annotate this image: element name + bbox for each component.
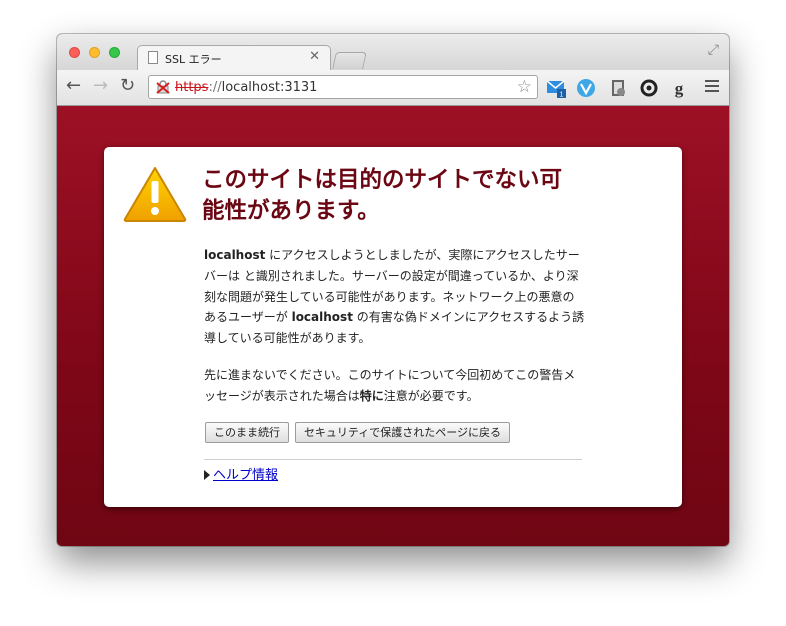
tab-title: SSL エラー (165, 53, 222, 66)
advice-paragraph: 先に進まないでください。このサイトについて今回初めてこの警告メッセージが表示され… (204, 365, 586, 407)
zoom-window-button[interactable] (109, 47, 120, 58)
svg-text:g: g (675, 79, 684, 98)
extension-badge-count: 1 (560, 92, 564, 99)
host-name: localhost (291, 310, 353, 325)
advice-text-2: 注意が必要です。 (383, 388, 479, 403)
g-extension-icon[interactable]: g (669, 78, 689, 98)
sync-extension-icon[interactable] (639, 78, 659, 98)
url-scheme: https (175, 80, 209, 95)
close-window-button[interactable] (69, 47, 80, 58)
explanation-paragraph: localhost にアクセスしようとしましたが、実際にアクセスしたサーバーは … (204, 245, 586, 349)
url-separator: :// (208, 80, 222, 95)
interstitial-background: このサイトは目的のサイトでない可能性があります。 localhost にアクセス… (57, 106, 729, 546)
warning-triangle-icon (123, 167, 187, 222)
back-arrow-icon[interactable]: ← (66, 75, 81, 97)
forward-arrow-icon[interactable]: → (93, 75, 108, 97)
proceed-anyway-button[interactable]: このまま続行 (205, 422, 289, 443)
tab-close-icon[interactable]: ✕ (309, 49, 320, 64)
page-icon (148, 51, 158, 64)
new-tab-button[interactable] (332, 52, 367, 69)
bookmark-star-icon[interactable]: ☆ (517, 77, 532, 97)
back-to-safety-button[interactable]: セキュリティで保護されたページに戻る (295, 422, 510, 443)
minimize-window-button[interactable] (89, 47, 100, 58)
url-host: localhost:3131 (221, 80, 318, 95)
v-extension-icon[interactable] (576, 78, 596, 98)
mail-extension-icon[interactable]: 1 (546, 78, 566, 98)
help-disclosure[interactable]: ヘルプ情報 (204, 467, 278, 485)
browser-window: SSL エラー ✕ ⤢ ← → ↻ https://localhost:3131… (57, 34, 729, 546)
warning-headline: このサイトは目的のサイトでない可能性があります。 (202, 167, 563, 224)
disclosure-triangle-icon[interactable] (204, 470, 210, 480)
advice-emphasis: 特に (359, 388, 384, 403)
address-bar[interactable]: https://localhost:3131 ☆ (148, 75, 538, 99)
menu-icon[interactable] (705, 80, 719, 95)
title-bar: SSL エラー ✕ ⤢ (57, 34, 729, 70)
fullscreen-icon[interactable]: ⤢ (708, 42, 719, 58)
host-name: localhost (204, 248, 266, 262)
toolbar: ← → ↻ https://localhost:3131 ☆ 1 g (57, 70, 729, 106)
tab-ssl-error[interactable]: SSL エラー ✕ (137, 45, 331, 70)
url-text: https://localhost:3131 (175, 80, 317, 95)
reload-icon[interactable]: ↻ (120, 75, 135, 97)
help-link[interactable]: ヘルプ情報 (213, 468, 278, 483)
ssl-warning-card: このサイトは目的のサイトでない可能性があります。 localhost にアクセス… (104, 147, 682, 507)
broken-lock-icon (156, 80, 170, 94)
divider (204, 459, 582, 460)
at-extension-icon[interactable] (609, 78, 629, 98)
